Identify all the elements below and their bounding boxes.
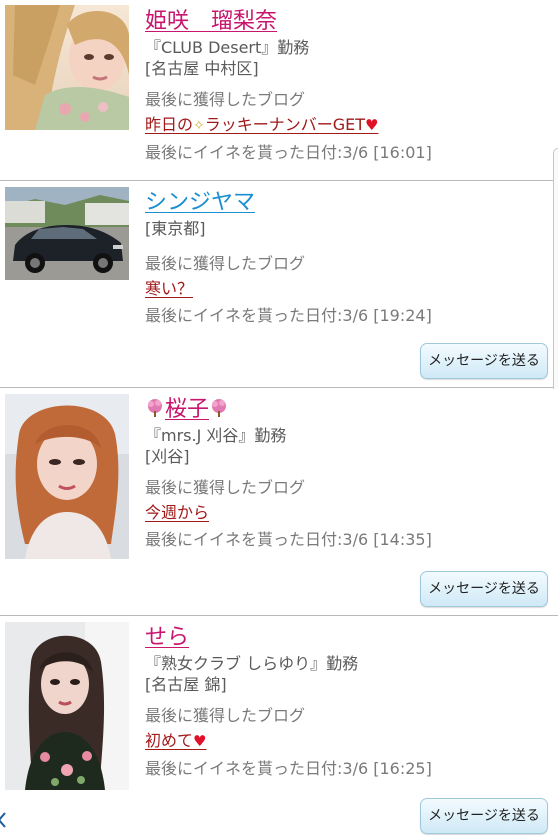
list-item: 桜子 『mrs.J 刈谷』勤務 [刈谷] 最後に獲得したブログ 今週から 最後に… [0, 388, 558, 828]
user-photo[interactable] [5, 622, 129, 790]
sparkle-icon: ✧ [193, 118, 205, 134]
last-liked-date: 最後にイイネを貰った日付:3/6 [14:35] [145, 530, 432, 549]
list-item: せら 『熟女クラブ しらゆり』勤務 [名古屋 錦] 最後に獲得したブログ 初めて… [0, 616, 558, 840]
user-area: [名古屋 錦] [145, 675, 227, 694]
user-photo[interactable] [5, 187, 129, 280]
user-name-link[interactable]: 桜子 [145, 396, 550, 424]
user-name-link[interactable]: 姫咲 瑠梨奈 [145, 8, 550, 36]
last-blog-link[interactable]: 寒い？ [145, 278, 193, 299]
last-blog-label: 最後に獲得したブログ [145, 254, 306, 273]
list-item: シンジヤマ [東京都] 最後に獲得したブログ 寒い？ 最後にイイネを貰った日付:… [0, 181, 558, 387]
send-message-button[interactable]: メッセージを送る [420, 571, 548, 607]
last-blog-link[interactable]: 昨日の✧ラッキーナンバーGET♥ [145, 114, 379, 137]
blog-title-suffix: ラッキーナンバーGET [204, 115, 366, 134]
send-message-button[interactable]: メッセージを送る [420, 343, 548, 379]
last-liked-date: 最後にイイネを貰った日付:3/6 [19:24] [145, 306, 432, 325]
list-item: 姫咲 瑠梨奈 『CLUB Desert』勤務 [名古屋 中村区] 最後に獲得した… [0, 0, 558, 180]
scrollbar-edge[interactable] [553, 148, 558, 389]
send-message-button[interactable]: メッセージを送る [420, 798, 548, 834]
user-area: [東京都] [145, 219, 206, 238]
heart-icon: ♥ [365, 116, 379, 134]
flower-tree-icon [148, 399, 162, 417]
last-blog-label: 最後に獲得したブログ [145, 478, 306, 497]
user-shop: 『熟女クラブ しらゆり』勤務 [145, 654, 359, 673]
user-shop: 『CLUB Desert』勤務 [145, 38, 310, 57]
blog-title: 初めて [145, 731, 194, 750]
last-blog-link[interactable]: 今週から [145, 502, 209, 523]
user-photo[interactable] [5, 394, 129, 559]
user-name-link[interactable]: シンジヤマ [145, 189, 550, 217]
user-area: [名古屋 中村区] [145, 59, 259, 78]
blog-title-prefix: 昨日の [145, 115, 194, 134]
heart-icon: ♥ [193, 732, 207, 750]
last-liked-date: 最後にイイネを貰った日付:3/6 [16:01] [145, 143, 432, 162]
flower-tree-icon [212, 399, 227, 417]
user-area: [刈谷] [145, 447, 190, 466]
user-name-link[interactable]: せら [145, 624, 550, 652]
last-blog-link[interactable]: 初めて♥ [145, 730, 206, 752]
user-shop: 『mrs.J 刈谷』勤務 [145, 426, 287, 445]
last-blog-label: 最後に獲得したブログ [145, 90, 306, 109]
last-liked-date: 最後にイイネを貰った日付:3/6 [16:25] [145, 759, 432, 778]
user-photo[interactable] [5, 5, 129, 130]
user-name-text: 桜子 [165, 397, 210, 422]
last-blog-label: 最後に獲得したブログ [145, 706, 306, 725]
